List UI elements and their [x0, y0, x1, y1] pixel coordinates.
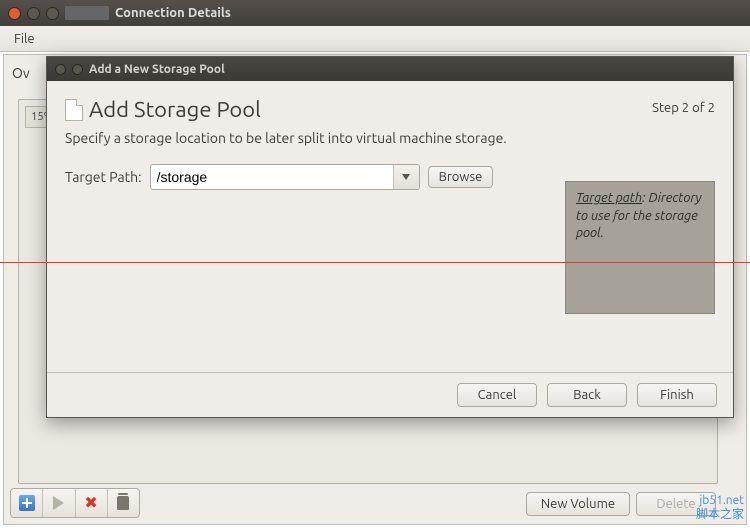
watermark: jb51.net 脚本之家 [696, 494, 744, 522]
minimize-icon[interactable] [27, 7, 40, 20]
parent-window-title: Connection Details [115, 6, 231, 20]
parent-window-titlebar: Connection Details [0, 0, 750, 26]
target-path-label: Target Path: [65, 169, 142, 185]
browse-button[interactable]: Browse [428, 166, 494, 188]
back-button[interactable]: Back [547, 383, 627, 407]
dialog-subtitle: Specify a storage location to be later s… [65, 130, 715, 146]
new-volume-button[interactable]: New Volume [526, 492, 630, 516]
dialog-title: Add a New Storage Pool [89, 63, 225, 76]
plus-icon [19, 495, 35, 511]
x-icon: ✖ [84, 495, 97, 511]
watermark-label: 脚本之家 [696, 508, 744, 522]
dialog-header: Add Storage Pool [89, 97, 261, 122]
dialog-titlebar: Add a New Storage Pool [47, 57, 733, 81]
start-pool-button[interactable] [43, 489, 75, 517]
help-title: Target path [576, 191, 642, 205]
dialog-minimize-icon[interactable] [72, 64, 83, 75]
help-panel: Target path: Directory to use for the st… [565, 181, 715, 314]
step-indicator: Step 2 of 2 [652, 97, 715, 115]
trash-icon [117, 496, 129, 510]
dialog-close-icon[interactable] [55, 64, 66, 75]
target-path-dropdown-button[interactable] [393, 165, 419, 189]
play-icon [53, 496, 64, 510]
chevron-down-icon [402, 174, 410, 180]
delete-pool-button[interactable] [108, 489, 139, 517]
document-icon [65, 99, 83, 121]
overview-label-truncated: Ov [12, 65, 30, 81]
target-path-combo [150, 164, 420, 190]
menubar: File [0, 26, 750, 52]
maximize-icon[interactable] [46, 7, 59, 20]
add-pool-button[interactable] [11, 489, 43, 517]
close-icon[interactable] [8, 7, 21, 20]
app-icon-placeholder [65, 6, 109, 20]
cancel-button[interactable]: Cancel [457, 383, 537, 407]
finish-button[interactable]: Finish [637, 383, 717, 407]
add-storage-pool-dialog: Add a New Storage Pool Add Storage Pool … [46, 56, 734, 418]
watermark-site: jb51.net [696, 494, 744, 508]
menu-file[interactable]: File [8, 29, 41, 49]
pool-toolbar: ✖ [10, 488, 140, 518]
dialog-footer: Cancel Back Finish [47, 372, 733, 417]
target-path-input[interactable] [151, 165, 393, 189]
stop-pool-button[interactable]: ✖ [76, 489, 108, 517]
